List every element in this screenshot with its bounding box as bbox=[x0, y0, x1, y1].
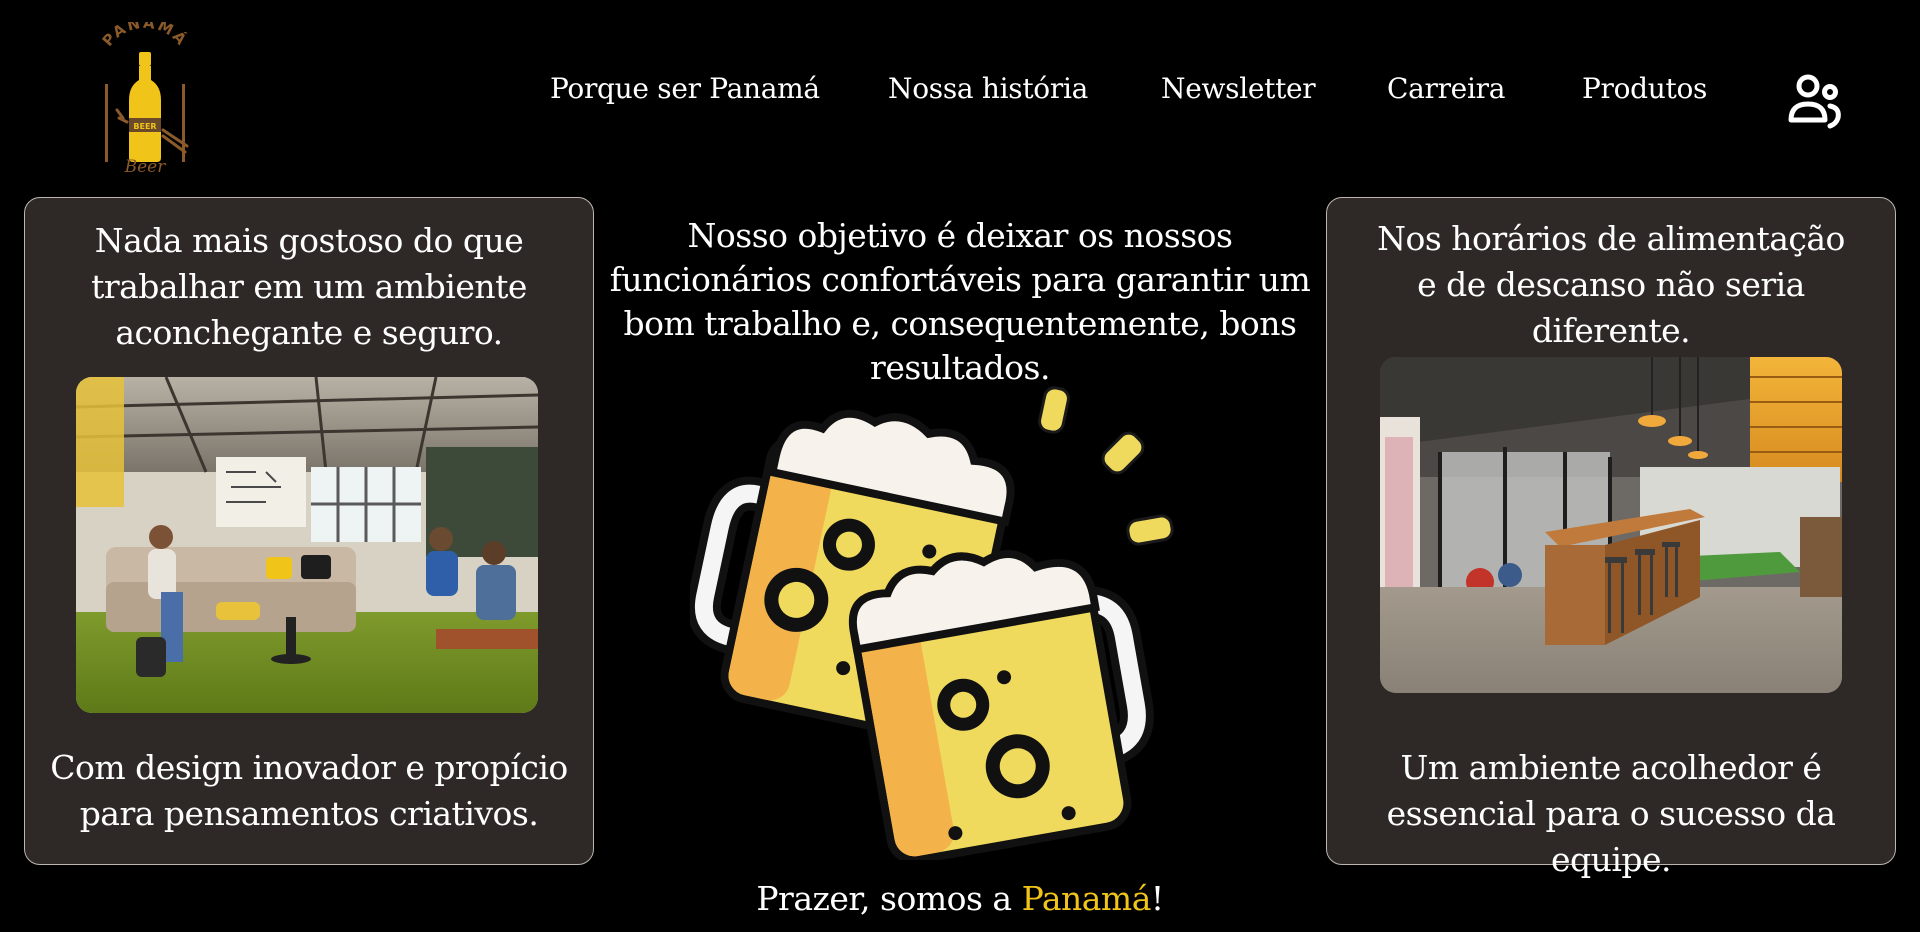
tagline-prefix: Prazer, somos a bbox=[756, 879, 1022, 918]
coworking-photo bbox=[76, 377, 538, 713]
card-top-text: Nada mais gostoso do que trabalhar em um… bbox=[91, 221, 527, 352]
tagline-brand: Panamá bbox=[1021, 879, 1152, 918]
office-lounge-photo bbox=[1380, 357, 1842, 693]
card-bottom-text: Com design inovador e propício para pens… bbox=[50, 748, 568, 833]
nav-produtos[interactable]: Produtos bbox=[1582, 66, 1707, 112]
card-comfort: Nada mais gostoso do que trabalhar em um… bbox=[24, 197, 594, 865]
nav-nossa-historia[interactable]: Nossa história bbox=[888, 66, 1088, 112]
tagline-suffix: ! bbox=[1150, 879, 1164, 918]
nav-newsletter[interactable]: Newsletter bbox=[1161, 66, 1316, 112]
nav-porque-ser-panama[interactable]: Porque ser Panamá bbox=[550, 66, 820, 112]
users-icon[interactable] bbox=[1786, 70, 1846, 130]
svg-text:PANAMÁ: PANAMÁ bbox=[99, 22, 192, 50]
page: PANAMÁ BEER Beer Porque ser Panamá Nossa… bbox=[0, 0, 1920, 932]
card-top-text: Nos horários de alimentação e de descans… bbox=[1377, 219, 1845, 350]
card-break-areas: Nos horários de alimentação e de descans… bbox=[1326, 197, 1896, 879]
main-nav: Porque ser Panamá Nossa história Newslet… bbox=[0, 66, 1920, 116]
beer-mugs-toast-icon bbox=[687, 380, 1210, 865]
card-bottom-text: Um ambiente acolhedor é essencial para o… bbox=[1386, 748, 1836, 879]
nav-carreira[interactable]: Carreira bbox=[1387, 66, 1505, 112]
svg-text:Beer: Beer bbox=[124, 157, 167, 177]
center-objective-text: Nosso objetivo é deixar os nossos funcio… bbox=[609, 216, 1311, 387]
svg-text:BEER: BEER bbox=[133, 122, 156, 131]
